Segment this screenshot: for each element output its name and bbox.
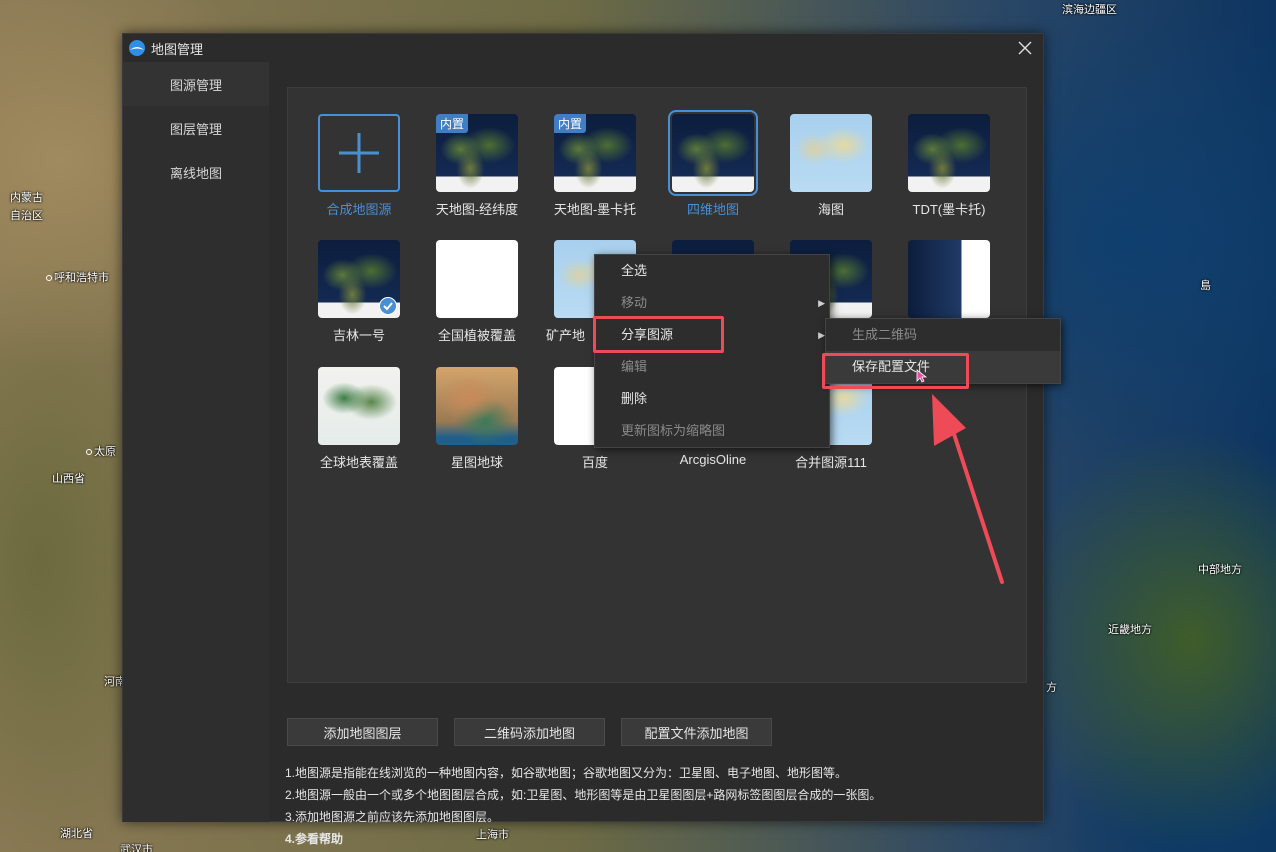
menu-item-move[interactable]: 移动 ▶ [595,287,829,319]
tile-tianditu-mercator[interactable]: 内置 天地图-墨卡托 [540,114,650,218]
map-thumbnail [436,367,518,445]
menu-item-label: 移动 [621,295,648,310]
tile-label: TDT(墨卡托) [912,202,986,217]
tile-label: ArcgisOline [679,452,747,467]
menu-item-label: 全选 [621,263,648,278]
tile-hidden-3[interactable] [894,240,1004,318]
menu-item-label: 生成二维码 [852,327,918,342]
menu-item-generate-qrcode[interactable]: 生成二维码 [826,319,1060,351]
tile-jilin-1[interactable]: 吉林一号 [304,240,414,344]
map-thumbnail [318,240,400,318]
plus-icon [339,133,379,173]
selected-check-icon [379,297,397,315]
close-button[interactable] [1013,36,1037,60]
note-line: 1.地图源是指能在线浏览的一种地图内容，如谷歌地图；谷歌地图又分为：卫星图、电子… [285,766,848,780]
map-thumbnail [318,367,400,445]
close-icon [1018,41,1032,55]
sidebar-item-layer-manager[interactable]: 图层管理 [123,106,269,150]
map-label-hohhot: 呼和浩特市 [54,272,109,284]
menu-item-label: 编辑 [621,359,648,374]
tile-label: 全球地表覆盖 [319,455,398,470]
map-label-fang: 方 [1046,682,1057,694]
city-dot-icon [86,449,92,456]
tile-label: 四维地图 [686,202,739,217]
tile-tdt-mercator[interactable]: TDT(墨卡托) [894,114,1004,218]
builtin-badge: 内置 [436,114,469,133]
sidebar-item-offline-map[interactable]: 离线地图 [123,150,269,194]
map-manager-dialog: 地图管理 图源管理 图层管理 离线地图 合成地图源 内置 天地图-经纬度 内置 … [122,33,1044,846]
config-file-add-map-button[interactable]: 配置文件添加地图 [621,718,772,746]
builtin-badge: 内置 [554,114,587,133]
sidebar: 图源管理 图层管理 离线地图 [123,62,269,822]
annotation-arrow-icon [932,394,1004,584]
menu-item-label: 分享图源 [621,327,674,342]
map-thumbnail [436,240,518,318]
context-menu: 全选 移动 ▶ 分享图源 ▶ 编辑 删除 更新图标为缩略图 [594,254,830,448]
map-label-hubei: 湖北省 [60,828,93,840]
map-label-taiyuan: 太原 [94,446,116,458]
action-buttons: 添加地图图层 二维码添加地图 配置文件添加地图 [287,718,772,746]
map-label-kinki: 近畿地方 [1108,624,1152,636]
add-map-layer-button[interactable]: 添加地图图层 [287,718,438,746]
help-link[interactable]: 4.参看帮助 [285,828,881,850]
sidebar-item-label: 离线地图 [169,165,222,181]
city-marker-taiyuan: 太原 [86,443,116,459]
tile-label: 吉林一号 [332,328,385,343]
menu-item-edit[interactable]: 编辑 [595,351,829,383]
map-thumbnail: 内置 [436,114,518,192]
app-logo-icon [129,40,145,56]
tile-siwei[interactable]: 四维地图 [658,110,768,218]
tile-label: 合并图源111 [795,455,867,470]
sidebar-item-label: 图层管理 [169,121,222,137]
menu-item-select-all[interactable]: 全选 [595,255,829,287]
menu-item-share-source[interactable]: 分享图源 ▶ [595,319,829,351]
city-marker-hohhot: 呼和浩特市 [46,269,109,285]
tile-label: 全国植被覆盖 [437,328,516,343]
tile-label: 海图 [817,202,844,217]
map-label-chubu: 中部地方 [1198,564,1242,576]
map-thumbnail [908,240,990,318]
submenu-arrow-icon: ▶ [818,330,825,340]
city-dot-icon [46,275,52,282]
titlebar[interactable]: 地图管理 [123,34,1043,62]
qrcode-add-map-button[interactable]: 二维码添加地图 [454,718,605,746]
dialog-title: 地图管理 [151,41,204,57]
sidebar-item-label: 图源管理 [169,77,222,93]
submenu-arrow-icon: ▶ [818,298,825,308]
tile-add-composite[interactable]: 合成地图源 [304,114,414,218]
note-line: 2.地图源一般由一个或多个地图图层合成，如:卫星图、地形图等是由卫星图图层+路网… [285,788,882,802]
map-label-neimenggu-2: 自治区 [10,210,43,222]
tile-label: 天地图-经纬度 [435,202,519,217]
map-thumbnail: 内置 [554,114,636,192]
map-label-island: 島 [1200,280,1211,292]
tile-label: 合成地图源 [326,202,392,217]
tile-label: 星图地球 [450,455,503,470]
menu-item-delete[interactable]: 删除 [595,383,829,415]
map-thumbnail [908,114,990,192]
tile-label: 天地图-墨卡托 [553,202,637,217]
map-label-neimenggu-1: 内蒙古 [10,192,43,204]
help-notes: 1.地图源是指能在线浏览的一种地图内容，如谷歌地图；谷歌地图又分为：卫星图、电子… [285,762,881,850]
menu-item-update-icon[interactable]: 更新图标为缩略图 [595,415,829,447]
tile-global-cover[interactable]: 全球地表覆盖 [304,367,414,471]
sidebar-item-source-manager[interactable]: 图源管理 [123,62,269,106]
menu-item-label: 更新图标为缩略图 [621,423,726,438]
map-thumbnail [790,114,872,192]
map-label-wuhan: 武汉市 [120,844,153,852]
share-submenu: 生成二维码 保存配置文件 [825,318,1061,384]
tile-sea-chart[interactable]: 海图 [776,114,886,218]
map-label-primorsky: 滨海边疆区 [1062,4,1117,16]
menu-item-label: 删除 [621,391,648,406]
mouse-cursor-icon [916,369,928,383]
tile-label: 百度 [581,455,608,470]
add-source-thumb[interactable] [318,114,400,192]
map-thumbnail [668,110,758,196]
tile-startmap-earth[interactable]: 星图地球 [422,367,532,471]
note-line: 3.添加地图源之前应该先添加地图图层。 [285,810,500,824]
tile-tianditu-latlon[interactable]: 内置 天地图-经纬度 [422,114,532,218]
menu-item-save-config[interactable]: 保存配置文件 [826,351,1060,383]
tile-vegetation[interactable]: 全国植被覆盖 [422,240,532,344]
map-label-shanxi: 山西省 [52,473,85,485]
